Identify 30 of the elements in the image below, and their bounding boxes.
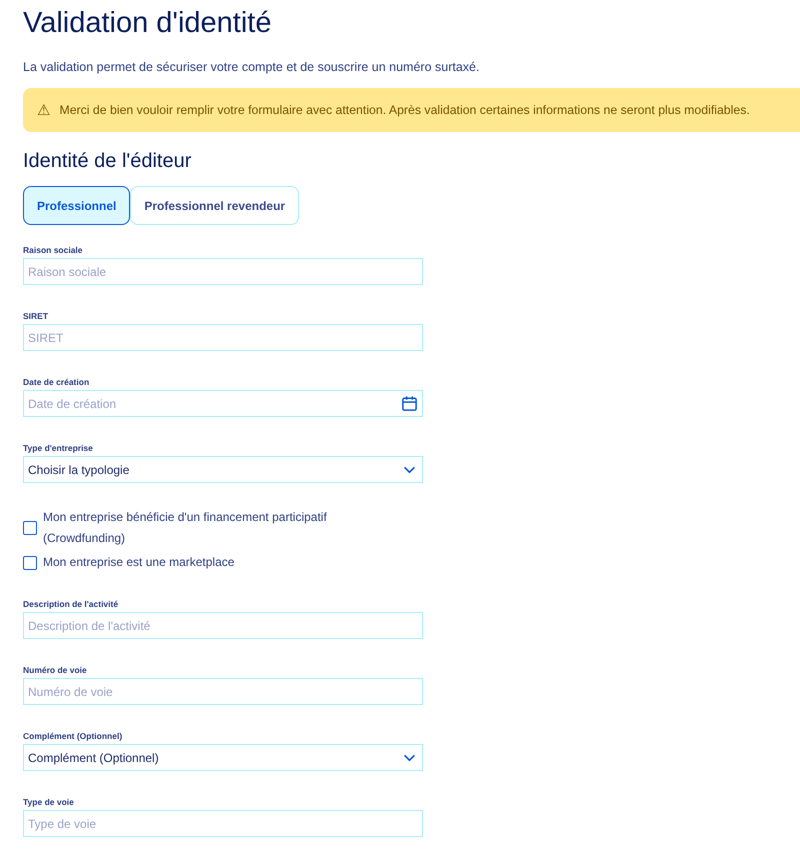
field-label: SIRET (23, 311, 50, 322)
page-title: Validation d'identité (23, 6, 272, 41)
checkbox[interactable] (23, 556, 37, 570)
tab[interactable]: Professionnel (23, 186, 130, 225)
input-field[interactable]: SIRET (23, 324, 423, 351)
field-label: Type de voie (23, 797, 75, 808)
chevron-down-icon (403, 754, 416, 762)
checkbox-label: Mon entreprise bénéficie d'un financement participatif (Crowdfunding) (43, 509, 328, 547)
chevron-down-icon (403, 466, 416, 474)
section-title: Identité de l'éditeur (23, 149, 192, 173)
input-field[interactable]: Raison sociale (23, 258, 423, 285)
field-label: Date de création (23, 377, 90, 388)
field-label: Description de l'activité (23, 599, 120, 610)
field-label: Raison sociale (23, 245, 84, 256)
calendar-icon (401, 395, 418, 412)
field-label: Complément (Optionnel) (23, 731, 124, 742)
checkbox[interactable] (23, 521, 37, 535)
input-field[interactable]: Description de l'activité (23, 612, 423, 639)
field-label: Numéro de voie (23, 665, 88, 676)
field-label: Type d'entreprise (23, 443, 94, 454)
tab[interactable]: Professionnel revendeur (130, 186, 300, 225)
select-field[interactable]: Complément (Optionnel) (23, 744, 423, 771)
select-field[interactable]: Choisir la typologie (23, 456, 423, 483)
warning-text: Merci de bien vouloir remplir votre formulaire avec attention. Après validation certaines informations ne seront plus modifiables. (59, 103, 750, 117)
input-field[interactable]: Numéro de voie (23, 678, 423, 705)
input-field[interactable]: Type de voie (23, 810, 423, 837)
date-field[interactable]: Date de création (23, 390, 423, 417)
warning-icon: ⚠ (37, 101, 50, 119)
intro-text: La validation permet de sécuriser votre compte et de souscrire un numéro surtaxé. (23, 59, 480, 75)
checkbox-label: Mon entreprise est une marketplace (43, 554, 236, 571)
